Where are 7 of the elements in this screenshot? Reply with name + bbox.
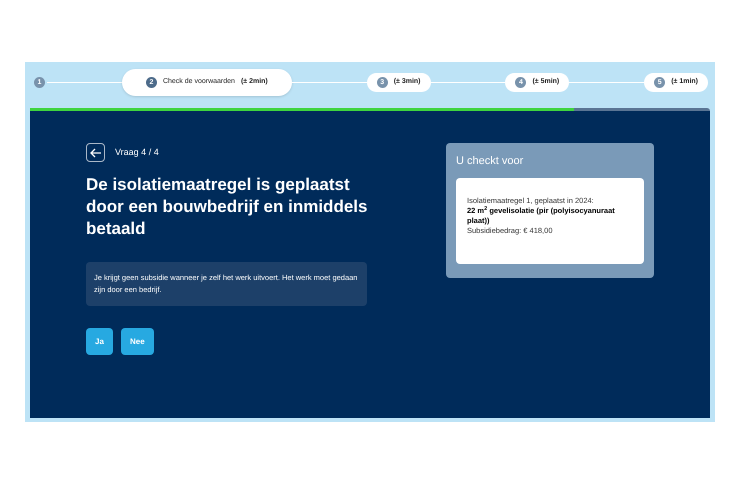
back-button[interactable] [86, 143, 105, 162]
back-arrow-icon [90, 148, 102, 158]
question-counter: Vraag 4 / 4 [115, 146, 159, 159]
answer-button[interactable]: Ja [86, 328, 113, 355]
question-title: De isolatiemaatregel is geplaatst door een bouwbedrijf en inmiddels betaald [86, 174, 368, 240]
answer-button[interactable]: Nee [121, 328, 154, 355]
summary-title: U checkt voor [456, 154, 524, 169]
